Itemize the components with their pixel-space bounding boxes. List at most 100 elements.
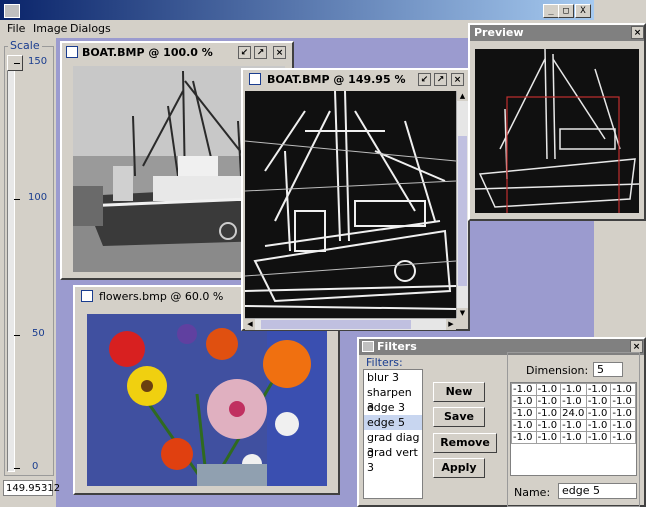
filter-list-item[interactable]: edge 5 <box>364 415 422 430</box>
kernel-cell[interactable]: -1.0 <box>511 383 537 396</box>
iconify-icon[interactable]: ↙ <box>238 46 251 59</box>
vertical-scrollbar[interactable]: ▲ ▼ <box>456 91 468 318</box>
maximize-icon[interactable]: ↗ <box>254 46 267 59</box>
scale-tick <box>14 335 20 336</box>
main-title-bar[interactable]: _ □ X <box>0 0 594 20</box>
close-icon[interactable]: × <box>631 26 644 39</box>
kernel-cell[interactable]: -1.0 <box>511 395 537 408</box>
frame-icon <box>66 46 78 58</box>
maximize-button[interactable]: □ <box>558 4 574 18</box>
kernel-cell[interactable]: -1.0 <box>560 419 587 432</box>
filters-list-label: Filters: <box>366 356 403 369</box>
scale-tick <box>14 63 20 64</box>
kernel-cell[interactable]: -1.0 <box>535 431 562 444</box>
kernel-cell[interactable]: -1.0 <box>610 419 636 432</box>
boat-edge-frame[interactable]: BOAT.BMP @ 149.95 % ↙ ↗ × ▲ ▼ ◀ ▶ <box>241 68 470 331</box>
flowers-title: flowers.bmp @ 60.0 % <box>99 290 224 303</box>
kernel-cell[interactable]: -1.0 <box>610 395 636 408</box>
scroll-right-arrow-icon[interactable]: ▶ <box>446 319 456 330</box>
kernel-cell[interactable]: -1.0 <box>610 407 636 420</box>
kernel-cell[interactable]: -1.0 <box>610 431 636 444</box>
apply-button[interactable]: Apply <box>433 458 485 478</box>
filter-list-item[interactable]: edge 3 <box>364 400 422 415</box>
close-icon[interactable]: × <box>451 73 464 86</box>
horizontal-scrollbar[interactable]: ◀ ▶ <box>245 318 456 330</box>
flowers-image <box>87 314 327 486</box>
filters-list[interactable]: blur 3 sharpen 3 edge 3 edge 5 grad diag 3 gr… <box>363 369 423 499</box>
frame-icon <box>249 73 261 85</box>
vertical-scroll-thumb[interactable] <box>458 136 467 286</box>
filter-list-item[interactable]: grad vert 3 <box>364 445 422 474</box>
kernel-cell[interactable]: -1.0 <box>535 383 562 396</box>
scroll-up-arrow-icon[interactable]: ▲ <box>457 91 468 101</box>
kernel-table[interactable]: -1.0 -1.0 -1.0 -1.0 -1.0 -1.0 -1.0 -1.0 -1.0 -1.0… <box>511 383 636 444</box>
new-button[interactable]: New <box>433 382 485 402</box>
app-icon <box>362 341 374 352</box>
kernel-cell[interactable]: -1.0 <box>560 383 587 396</box>
preview-title-bar[interactable]: Preview × <box>470 25 644 41</box>
kernel-row: -1.0 -1.0 -1.0 -1.0 -1.0 <box>511 383 636 396</box>
iconify-icon[interactable]: ↙ <box>418 73 431 86</box>
boat-original-title-bar[interactable]: BOAT.BMP @ 100.0 % ↙ ↗ × <box>62 43 292 62</box>
dimension-label: Dimension: <box>526 364 589 377</box>
scale-tick-label: 50 <box>32 328 45 339</box>
boat-edge-title-bar[interactable]: BOAT.BMP @ 149.95 % ↙ ↗ × <box>243 70 468 89</box>
remove-button[interactable]: Remove <box>433 433 497 453</box>
kernel-cell[interactable]: -1.0 <box>560 395 587 408</box>
preview-window[interactable]: Preview × <box>468 23 646 221</box>
scale-tick <box>14 199 20 200</box>
kernel-cell[interactable]: -1.0 <box>535 407 562 420</box>
kernel-cell[interactable]: 24.0 <box>560 407 587 420</box>
preview-image <box>475 49 639 213</box>
name-label: Name: <box>514 486 551 499</box>
kernel-cell[interactable]: -1.0 <box>585 407 612 420</box>
menu-dialogs[interactable]: Dialogs <box>70 22 111 35</box>
kernel-grid[interactable]: -1.0 -1.0 -1.0 -1.0 -1.0 -1.0 -1.0 -1.0 -1.0 -1.0… <box>510 382 637 476</box>
scale-tick-label: 150 <box>28 56 48 67</box>
boat-original-title: BOAT.BMP @ 100.0 % <box>82 46 213 59</box>
kernel-cell[interactable]: -1.0 <box>535 395 562 408</box>
kernel-cell[interactable]: -1.0 <box>511 407 537 420</box>
maximize-icon[interactable]: ↗ <box>434 73 447 86</box>
name-field[interactable]: edge 5 <box>558 483 637 499</box>
kernel-row: -1.0 -1.0 -1.0 -1.0 -1.0 <box>511 431 636 444</box>
scale-tick-label: 100 <box>28 192 48 203</box>
kernel-cell[interactable]: -1.0 <box>511 419 537 432</box>
scale-tick <box>14 468 20 469</box>
kernel-cell[interactable]: -1.0 <box>585 395 612 408</box>
kernel-cell[interactable]: -1.0 <box>585 383 612 396</box>
kernel-row: -1.0 -1.0 24.0 -1.0 -1.0 <box>511 407 636 420</box>
save-button[interactable]: Save <box>433 407 485 427</box>
scroll-down-arrow-icon[interactable]: ▼ <box>457 308 468 318</box>
scale-tick-label: 0 <box>32 461 39 472</box>
kernel-cell[interactable]: -1.0 <box>585 431 612 444</box>
menu-file[interactable]: File <box>7 22 25 35</box>
menu-image[interactable]: Image <box>33 22 67 35</box>
scroll-left-arrow-icon[interactable]: ◀ <box>245 319 255 330</box>
frame-icon <box>81 290 93 302</box>
kernel-cell[interactable]: -1.0 <box>610 383 636 396</box>
boat-edge-image <box>245 91 456 318</box>
dimension-field[interactable]: 5 <box>593 362 623 377</box>
kernel-cell[interactable]: -1.0 <box>535 419 562 432</box>
minimize-button[interactable]: _ <box>543 4 559 18</box>
filter-list-item[interactable]: sharpen 3 <box>364 385 422 414</box>
filter-list-item[interactable]: blur 3 <box>364 370 422 385</box>
kernel-row: -1.0 -1.0 -1.0 -1.0 -1.0 <box>511 419 636 432</box>
boat-edge-title: BOAT.BMP @ 149.95 % <box>267 73 406 86</box>
kernel-row: -1.0 -1.0 -1.0 -1.0 -1.0 <box>511 395 636 408</box>
kernel-cell[interactable]: -1.0 <box>585 419 612 432</box>
filter-list-item[interactable]: grad diag 3 <box>364 430 422 459</box>
close-icon[interactable]: × <box>273 46 286 59</box>
kernel-cell[interactable]: -1.0 <box>560 431 587 444</box>
close-button[interactable]: X <box>575 4 591 18</box>
filters-title: Filters <box>377 340 417 353</box>
scale-value-field[interactable]: 149.95312 <box>3 480 60 496</box>
scale-title: Scale <box>8 39 42 52</box>
preview-title: Preview <box>474 26 524 39</box>
kernel-cell[interactable]: -1.0 <box>511 431 537 444</box>
horizontal-scroll-thumb[interactable] <box>261 320 411 329</box>
filters-window[interactable]: Filters × Filters: blur 3 sharpen 3 edge 3… <box>357 337 646 507</box>
app-icon <box>4 4 20 18</box>
scale-slider-track[interactable] <box>7 60 15 472</box>
